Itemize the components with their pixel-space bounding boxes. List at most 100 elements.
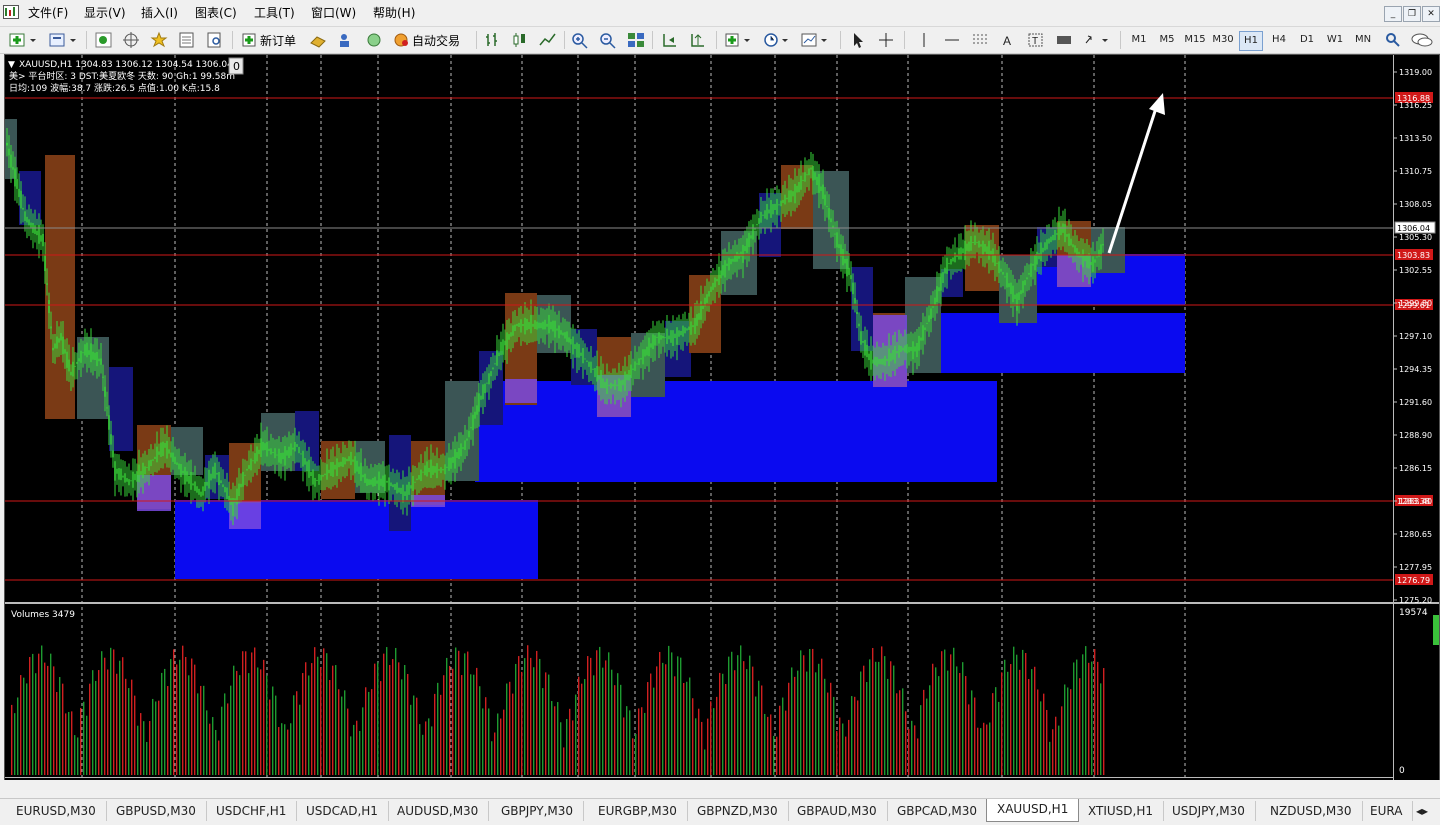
candle-body [726,263,728,266]
signals-button[interactable] [336,30,356,50]
restore-button[interactable]: ❐ [1403,6,1421,22]
tab-usdcad-h1[interactable]: USDCAD,H1 [296,801,389,821]
bar-chart-button[interactable] [482,30,502,50]
volume-bar [848,719,850,775]
volume-bar [965,676,967,775]
tab-scroll-arrows[interactable]: ◂▸ [1412,801,1432,821]
tf-m15[interactable]: M15 [1183,31,1207,49]
volume-bar [338,689,340,775]
tf-m5[interactable]: M5 [1155,31,1179,49]
new-chart-button[interactable] [8,30,38,50]
text-button[interactable]: A [998,30,1018,50]
candle-body [940,273,942,291]
menu-window[interactable]: 窗口(W) [307,4,360,22]
autoscroll-button[interactable] [688,30,708,50]
candlestick-button[interactable] [510,30,530,50]
indicators-button[interactable] [724,30,754,50]
tf-h4[interactable]: H4 [1267,31,1291,49]
candle-body [608,384,610,387]
text-label-button[interactable]: T [1026,30,1046,50]
chart-shift-button[interactable] [660,30,680,50]
new-order-button[interactable]: 新订单 [240,30,296,50]
terminal-button[interactable] [177,30,197,50]
rectangle-button[interactable] [1054,30,1074,50]
volume-bar [833,696,835,775]
menu-view[interactable]: 显示(V) [80,4,130,22]
tab-eura[interactable]: EURA [1360,801,1414,821]
candle-body [16,179,18,189]
tab-gbpnzd-m30[interactable]: GBPNZD,M30 [687,801,789,821]
tab-gbpaud-m30[interactable]: GBPAUD,M30 [787,801,888,821]
candle-body [190,471,192,490]
volume-bar [1097,661,1099,775]
price-axis-label: 1275.20 [1399,596,1432,605]
crosshair-button[interactable] [876,30,896,50]
tab-audusd-m30[interactable]: AUDUSD,M30 [387,801,490,821]
zoom-in-button[interactable] [570,30,590,50]
navigator-button[interactable] [121,30,141,50]
trendline-button[interactable] [970,30,990,50]
volume-bar [194,664,196,775]
menu-charts[interactable]: 图表(C) [191,4,241,22]
volume-bar [1061,706,1063,775]
gold-bars-button[interactable] [308,30,328,50]
candle-body [586,360,588,362]
candle-body [488,373,490,385]
tab-xtiusd-h1[interactable]: XTIUSD,H1 [1078,801,1164,821]
periods-button[interactable] [762,30,792,50]
menu-insert[interactable]: 插入(I) [137,4,182,22]
tf-m1[interactable]: M1 [1127,31,1151,49]
templates-button[interactable] [800,30,830,50]
zoom-out-button[interactable] [598,30,618,50]
chart-window[interactable]: 1316.88 1303.83 1299.61 1283.38 1276.79 1306.… [4,54,1440,781]
candle-body [824,194,826,206]
chart-collapse-arrow[interactable]: ▼ [8,60,15,70]
favorites-button[interactable] [149,30,169,50]
menu-file[interactable]: 文件(F) [24,4,72,22]
menu-tools[interactable]: 工具(T) [250,4,299,22]
tf-mn[interactable]: MN [1351,31,1375,49]
tab-eurgbp-m30[interactable]: EURGBP,M30 [588,801,688,821]
arrows-button[interactable] [1082,30,1112,50]
cursor-button[interactable] [848,30,868,50]
tab-usdchf-h1[interactable]: USDCHF,H1 [206,801,298,821]
volume-bar [893,665,895,775]
line-chart-button[interactable] [538,30,558,50]
candle-body [592,368,594,370]
tab-gbpusd-m30[interactable]: GBPUSD,M30 [106,801,207,821]
volume-bar [824,678,826,775]
tab-nzdusd-m30[interactable]: NZDUSD,M30 [1260,801,1363,821]
price-chart[interactable]: 1316.881303.831299.611283.381276.791306.… [5,55,1439,780]
tf-h1[interactable]: H1 [1239,31,1263,51]
vertical-line-button[interactable] [914,30,934,50]
tf-m30[interactable]: M30 [1211,31,1235,49]
tab-xauusd-h1[interactable]: XAUUSD,H1 [986,799,1080,822]
tab-eurusd-m30[interactable]: EURUSD,M30 [6,801,107,821]
volume-bar [1091,661,1093,775]
tab-usdjpy-m30[interactable]: USDJPY,M30 [1162,801,1256,821]
strategy-tester-button[interactable] [205,30,225,50]
candle-body [408,481,410,495]
tile-windows-button[interactable] [626,30,646,50]
volume-bar [863,665,865,775]
candle-body [566,331,568,342]
tf-d1[interactable]: D1 [1295,31,1319,49]
volume-bar [680,657,682,775]
tab-gbpjpy-m30[interactable]: GBPJPY,M30 [491,801,585,821]
tf-w1[interactable]: W1 [1323,31,1347,49]
market-button[interactable] [364,30,384,50]
market-watch-button[interactable] [94,30,114,50]
tab-gbpcad-m30[interactable]: GBPCAD,M30 [887,801,989,821]
search-button[interactable] [1384,30,1402,50]
candle-body [1052,234,1054,241]
candle-body [528,322,530,330]
minimize-button[interactable]: _ [1384,6,1402,22]
profiles-button[interactable] [48,30,80,50]
auto-trading-button[interactable]: 自动交易 [392,30,460,50]
horizontal-line-button[interactable] [942,30,962,50]
chat-button[interactable] [1410,30,1434,50]
menu-help[interactable]: 帮助(H) [369,4,419,22]
volume-bar [59,677,61,775]
candle-body [18,188,20,198]
close-button[interactable]: ✕ [1422,6,1440,22]
